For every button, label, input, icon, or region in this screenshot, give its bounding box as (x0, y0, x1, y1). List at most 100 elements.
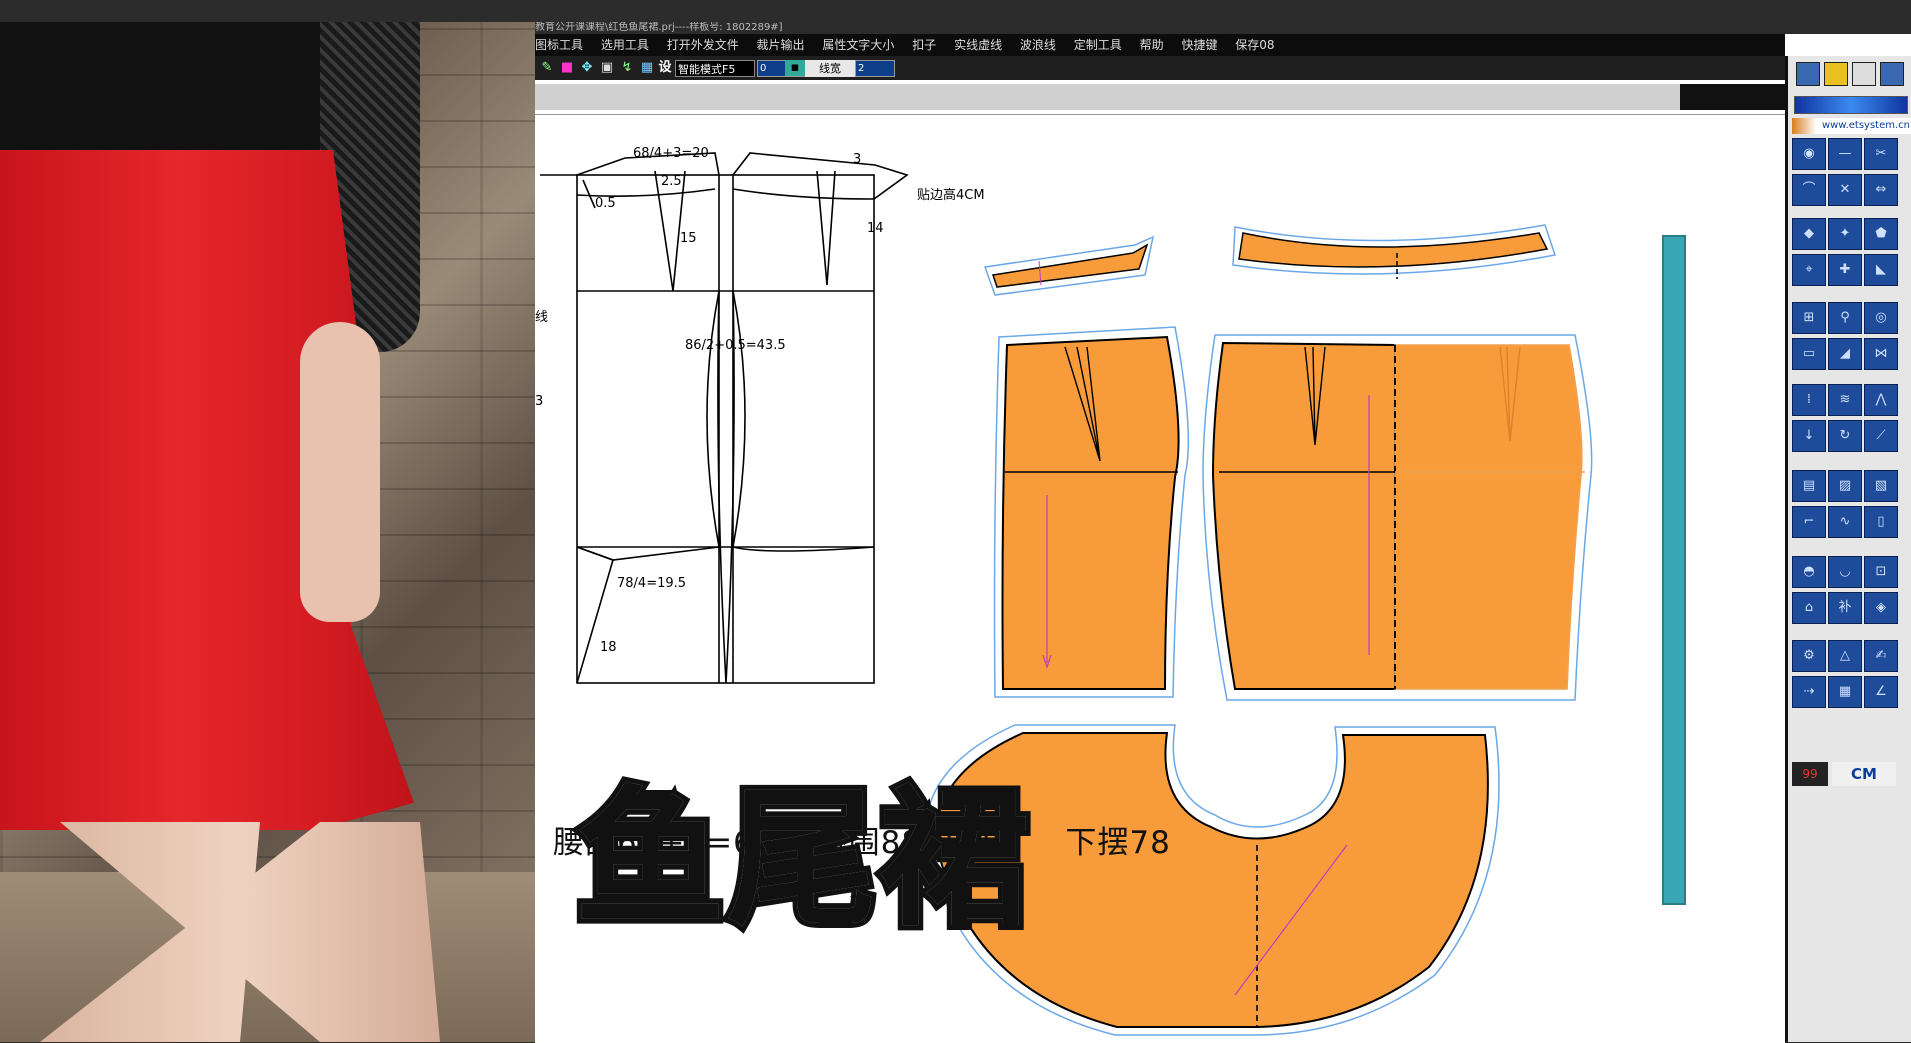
mark-icon[interactable]: ✚ (1828, 254, 1862, 286)
slash-icon[interactable]: ⟋ (1864, 420, 1898, 452)
cup-icon[interactable]: ◡ (1828, 556, 1862, 588)
add-piece-icon[interactable]: 补 (1828, 592, 1862, 624)
annot-hip: 86/2+0.5=43.5 (685, 338, 786, 353)
fold-icon[interactable]: ⋈ (1864, 338, 1898, 370)
vertical-scroll-strip[interactable] (1662, 235, 1686, 905)
menu-item-shortcuts[interactable]: 快捷键 (1181, 38, 1217, 52)
cross-icon[interactable]: ✕ (1828, 174, 1862, 206)
annot-facing: 贴边高4CM (917, 187, 985, 203)
measure-icon[interactable]: ⇔ (1864, 174, 1898, 206)
menu-item-help[interactable]: 帮助 (1140, 38, 1164, 52)
panel-bottom: 99 CM (1792, 762, 1911, 788)
annot-05: 0.5 (595, 196, 616, 211)
wave-icon[interactable]: ∿ (1828, 506, 1862, 538)
menu-item-text-size[interactable]: 属性文字大小 (822, 38, 894, 52)
grid-icon[interactable]: ▦ (639, 60, 655, 76)
save-disk-icon[interactable]: ▨ (1828, 470, 1862, 502)
gear-icon[interactable]: ⚙ (1792, 640, 1826, 672)
lock-icon[interactable]: ⚲ (1828, 302, 1862, 334)
photo-hand (300, 322, 380, 622)
main-toolbar: ✎ ■ ✥ ▣ ↯ ▦ 设 智能模式F5 0 ▪ 线宽 2 (535, 56, 1785, 80)
needle-icon[interactable]: ↓ (1792, 420, 1826, 452)
annot-left-line: 线 (535, 310, 548, 325)
collar-icon[interactable]: ◓ (1792, 556, 1826, 588)
pin-icon[interactable]: ⌖ (1792, 254, 1826, 286)
menu-item-piece-output[interactable]: 裁片输出 (757, 38, 805, 52)
extra-icon[interactable] (1880, 62, 1904, 86)
tool-icon[interactable] (1852, 62, 1876, 86)
move-icon[interactable]: ✥ (579, 60, 595, 76)
settings-button[interactable]: 设 (657, 60, 673, 76)
annot-dart2: 3 (853, 152, 861, 167)
zoom-slider[interactable] (1794, 96, 1908, 114)
menu-item-wavy-line[interactable]: 波浪线 (1020, 38, 1056, 52)
annot-waist: 68/4+3=20 (633, 146, 709, 161)
panel-top-buttons (1792, 58, 1911, 88)
angle-icon[interactable]: ∠ (1864, 676, 1898, 708)
shape-icon[interactable]: ⬟ (1864, 218, 1898, 250)
menu-item-open-external[interactable]: 打开外发文件 (667, 38, 739, 52)
sleeve-icon[interactable]: ◢ (1828, 338, 1862, 370)
corner-icon[interactable]: ⌐ (1792, 506, 1826, 538)
pocket-icon[interactable]: ▭ (1792, 338, 1826, 370)
skirt-photo (0, 22, 535, 1042)
rotate-icon[interactable]: ↻ (1828, 420, 1862, 452)
line-tool-icon[interactable]: — (1828, 138, 1862, 170)
annot-14: 14 (867, 221, 884, 236)
export-icon[interactable]: ▧ (1864, 470, 1898, 502)
link-icon[interactable]: ⇢ (1792, 676, 1826, 708)
right-tool-panel: www.etsystem.cn ◉ — ✂ ⌒ ✕ ⇔ ◆ ✦ ⬟ ⌖ ✚ ◣ … (1785, 56, 1911, 1042)
zigzag-icon[interactable]: ≋ (1828, 384, 1862, 416)
menu-item-save[interactable]: 保存08 (1235, 38, 1274, 52)
page-icon[interactable]: ▯ (1864, 506, 1898, 538)
mode-select[interactable]: 智能模式F5 (675, 60, 755, 77)
skirt-draft (540, 152, 909, 684)
annot-hem: 78/4=19.5 (617, 576, 686, 591)
triangle-icon[interactable]: △ (1828, 640, 1862, 672)
unit-button[interactable]: CM (1832, 762, 1896, 786)
top-dark-strip (0, 0, 1911, 22)
status-strip (535, 84, 1785, 110)
menu-item-solid-dashed[interactable]: 实线虚线 (954, 38, 1002, 52)
scissor-icon[interactable]: ✂ (1864, 138, 1898, 170)
spiral-icon[interactable]: ◎ (1864, 302, 1898, 334)
menu-item-custom-tools[interactable]: 定制工具 (1074, 38, 1122, 52)
garment-icon[interactable]: ⌂ (1792, 592, 1826, 624)
window-title: 教育公开课课程\红色鱼尾裙.prj----样板号: 1802289#] (535, 22, 1911, 34)
overlay-title-shadow: 鱼尾裙 (570, 773, 1034, 947)
website-url: www.etsystem.cn (1792, 118, 1911, 134)
menu-item-select-tools[interactable]: 选用工具 (601, 38, 649, 52)
menu-item-buttons[interactable]: 扣子 (912, 38, 936, 52)
menu-bar: 图标工具 选用工具 打开外发文件 裁片输出 属性文字大小 扣子 实线虚线 波浪线… (535, 34, 1785, 56)
grid-tool-icon[interactable]: ⊡ (1864, 556, 1898, 588)
dart-icon[interactable]: ⋀ (1864, 384, 1898, 416)
annot-left-3: 3 (535, 394, 543, 409)
sewing-icon[interactable]: ⊞ (1792, 302, 1826, 334)
image-icon[interactable]: ▣ (599, 60, 615, 76)
ruler-icon[interactable]: ⁞ (1792, 384, 1826, 416)
annot-15: 15 (680, 231, 697, 246)
color-swatch-icon[interactable]: ▪ (785, 60, 805, 76)
brush-icon[interactable]: ▤ (1792, 470, 1826, 502)
line-width-label: 线宽 (805, 60, 855, 77)
signature-icon[interactable]: ✍ (1864, 640, 1898, 672)
photo-black-top (0, 22, 360, 157)
annot-18: 18 (600, 640, 617, 655)
annot-dart1: 2.5 (661, 174, 682, 189)
pen-icon[interactable]: ✎ (539, 60, 555, 76)
status-strip-dark (1680, 84, 1785, 110)
fill-icon[interactable]: ◆ (1792, 218, 1826, 250)
color-palette-icon[interactable]: ■ (559, 60, 575, 76)
layout-icon[interactable] (1796, 62, 1820, 86)
eye-icon[interactable]: ◉ (1792, 138, 1826, 170)
line-width-input[interactable]: 2 (855, 60, 895, 77)
shoe-icon[interactable]: ◣ (1864, 254, 1898, 286)
chart-icon[interactable] (1824, 62, 1848, 86)
curve-tool-icon[interactable]: ⌒ (1792, 174, 1826, 206)
menu-item-icon-tools[interactable]: 图标工具 (535, 38, 583, 52)
star-icon[interactable]: ✦ (1828, 218, 1862, 250)
curve-icon[interactable]: ↯ (619, 60, 635, 76)
counter-badge: 99 (1792, 762, 1828, 786)
table-icon[interactable]: ▦ (1828, 676, 1862, 708)
tag-icon[interactable]: ◈ (1864, 592, 1898, 624)
